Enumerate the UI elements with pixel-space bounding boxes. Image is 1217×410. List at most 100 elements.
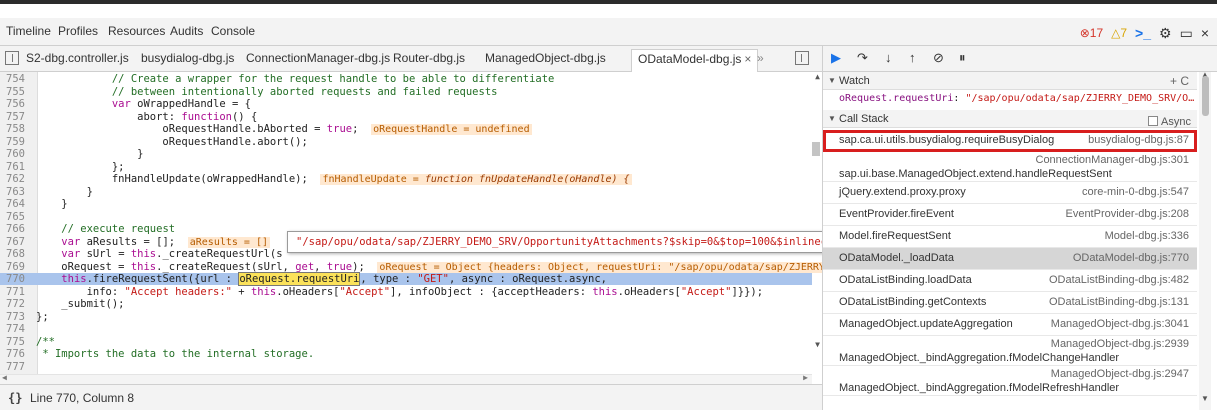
code-line[interactable]: 758 oRequestHandle.bAborted = true; oReq… (0, 123, 812, 135)
line-number[interactable]: 762 (0, 173, 36, 185)
code-line[interactable]: 760 } (0, 148, 812, 160)
file-tab[interactable]: ManagedObject-dbg.js (485, 51, 606, 65)
tab-overflow-button[interactable]: » (757, 51, 764, 65)
line-number[interactable]: 769 (0, 261, 36, 273)
code-line[interactable]: 754 // Create a wrapper for the request … (0, 73, 812, 85)
call-stack-frame[interactable]: ManagedObject._bindAggregation.fModelRef… (823, 366, 1197, 396)
frame-location-link[interactable]: ManagedObject-dbg.js:2939 (1051, 338, 1189, 350)
line-number[interactable]: 775 (0, 336, 36, 348)
sidebar-scrollbar[interactable]: ▲ ▼ (1199, 70, 1211, 410)
line-number[interactable]: 765 (0, 211, 36, 223)
file-tab[interactable]: S2-dbg.controller.js (26, 51, 129, 65)
frame-location-link[interactable]: ODataListBinding-dbg.js:131 (1049, 296, 1189, 308)
code-line[interactable]: 761 }; (0, 161, 812, 173)
panel-tab-timeline[interactable]: Timeline (6, 24, 51, 38)
frame-location-link[interactable]: ODataListBinding-dbg.js:482 (1049, 274, 1189, 286)
code-line[interactable]: 756 var oWrappedHandle = { (0, 98, 812, 110)
code-line-current[interactable]: 770 this.fireRequestSent({url : oRequest… (0, 272, 812, 286)
scroll-left-arrow-icon[interactable]: ◀ (2, 373, 7, 382)
async-checkbox[interactable]: Async (1148, 113, 1191, 131)
deactivate-breakpoints-icon[interactable]: ⊘ (933, 50, 944, 66)
line-number[interactable]: 771 (0, 286, 36, 298)
call-stack-frame[interactable]: ODataListBinding.loadData ODataListBindin… (823, 270, 1197, 292)
frame-location-link[interactable]: ODataModel-dbg.js:770 (1073, 252, 1189, 264)
frame-location-link[interactable]: Model-dbg.js:336 (1105, 230, 1189, 242)
resume-icon[interactable]: ▶ (831, 50, 841, 66)
line-number[interactable]: 758 (0, 123, 36, 135)
watch-expression[interactable]: oRequest.requestUri: "/sap/opu/odata/sap… (823, 90, 1197, 110)
call-stack-frame[interactable]: jQuery.extend.proxy.proxy core-min-0-dbg.… (823, 182, 1197, 204)
dock-side-icon[interactable]: ▭ (1180, 25, 1193, 41)
code-line[interactable]: 774 (0, 323, 812, 335)
warning-counter[interactable]: △7 (1111, 26, 1127, 40)
panel-tab-audits[interactable]: Audits (170, 24, 203, 38)
code-line[interactable]: 759 oRequestHandle.abort(); (0, 136, 812, 148)
step-into-icon[interactable]: ↓ (885, 50, 892, 65)
frame-location-link[interactable]: EventProvider-dbg.js:208 (1065, 208, 1189, 220)
line-number[interactable]: 763 (0, 186, 36, 198)
frame-location-link[interactable]: ManagedObject-dbg.js:2947 (1051, 368, 1189, 380)
call-stack-frame[interactable]: ManagedObject._bindAggregation.fModelCha… (823, 336, 1197, 366)
code-line[interactable]: 775/** (0, 336, 812, 348)
line-number[interactable]: 770 (0, 273, 36, 285)
console-drawer-icon[interactable]: >_ (1135, 25, 1151, 41)
line-number[interactable]: 754 (0, 73, 36, 85)
error-counter[interactable]: ⊗17 (1080, 26, 1103, 40)
debugger-pane-toggle-icon[interactable] (795, 51, 809, 65)
code-line[interactable]: 773}; (0, 311, 812, 323)
step-out-icon[interactable]: ↑ (909, 50, 916, 65)
call-stack-frame[interactable]: EventProvider.fireEvent EventProvider-dbg… (823, 204, 1197, 226)
file-tab[interactable]: busydialog-dbg.js (141, 51, 234, 65)
line-number[interactable]: 755 (0, 86, 36, 98)
call-stack-frame[interactable]: ManagedObject.updateAggregation ManagedOb… (823, 314, 1197, 336)
code-line[interactable]: 757 abort: function() { (0, 111, 812, 123)
file-tab-active[interactable]: ODataModel-dbg.js × (631, 49, 759, 72)
editor-scrollbar-thumb[interactable] (812, 142, 820, 156)
line-number[interactable]: 774 (0, 323, 36, 335)
line-number[interactable]: 764 (0, 198, 36, 210)
file-tab[interactable]: Router-dbg.js (393, 51, 465, 65)
call-stack-frame[interactable]: ODataModel._loadData ODataModel-dbg.js:77… (823, 248, 1197, 270)
code-line[interactable]: 755 // between intentionally aborted req… (0, 86, 812, 98)
call-stack-frame[interactable]: sap.ca.ui.utils.busydialog.requireBusyDi… (823, 130, 1197, 152)
code-line[interactable]: 776 * Imports the data to the internal s… (0, 348, 812, 360)
close-icon[interactable]: × (1201, 25, 1209, 41)
line-number[interactable]: 773 (0, 311, 36, 323)
line-number[interactable]: 766 (0, 223, 36, 235)
line-number[interactable]: 756 (0, 98, 36, 110)
code-line[interactable]: 771 info: "Accept headers:" + this.oHead… (0, 286, 812, 298)
scroll-right-arrow-icon[interactable]: ▶ (803, 373, 808, 382)
frame-location-link[interactable]: ConnectionManager-dbg.js:301 (1036, 154, 1190, 166)
close-icon[interactable]: × (744, 52, 751, 66)
code-line[interactable]: 762 fnHandleUpdate(oWrappedHandle); fnHa… (0, 173, 812, 185)
scroll-down-arrow-icon[interactable]: ▼ (815, 340, 820, 349)
line-number[interactable]: 761 (0, 161, 36, 173)
line-number[interactable]: 759 (0, 136, 36, 148)
step-over-icon[interactable]: ↷ (857, 50, 868, 66)
line-number[interactable]: 768 (0, 248, 36, 260)
code-line[interactable]: 777 (0, 361, 812, 373)
gear-icon[interactable]: ⚙ (1159, 25, 1172, 41)
panel-tab-resources[interactable]: Resources (108, 24, 165, 38)
watch-header[interactable]: ▼ Watch + C (823, 72, 1197, 90)
line-number[interactable]: 767 (0, 236, 36, 248)
line-number[interactable]: 776 (0, 348, 36, 360)
editor-horizontal-scrollbar[interactable]: ◀ ▶ (0, 373, 812, 384)
line-number[interactable]: 760 (0, 148, 36, 160)
call-stack-frame[interactable]: sap.ui.base.ManagedObject.extend.handleR… (823, 152, 1197, 182)
code-line[interactable]: 764 } (0, 198, 812, 210)
pause-on-exceptions-icon[interactable]: ⏸ (959, 50, 966, 66)
file-tab[interactable]: ConnectionManager-dbg.js (246, 51, 390, 65)
call-stack-frame[interactable]: Model.fireRequestSent Model-dbg.js:336 (823, 226, 1197, 248)
line-number[interactable]: 772 (0, 298, 36, 310)
call-stack-frame[interactable]: ODataListBinding.getContexts ODataListBin… (823, 292, 1197, 314)
pretty-print-button[interactable]: {} (8, 391, 22, 405)
code-editor[interactable]: 754 // Create a wrapper for the request … (0, 72, 822, 384)
scroll-down-arrow-icon[interactable]: ▼ (1201, 394, 1209, 403)
panel-tab-console[interactable]: Console (211, 24, 255, 38)
line-number[interactable]: 757 (0, 111, 36, 123)
frame-location-link[interactable]: busydialog-dbg.js:87 (1088, 134, 1189, 146)
code-line[interactable]: 772 _submit(); (0, 298, 812, 310)
navigator-toggle-icon[interactable] (5, 51, 19, 65)
code-line[interactable]: 763 } (0, 186, 812, 198)
